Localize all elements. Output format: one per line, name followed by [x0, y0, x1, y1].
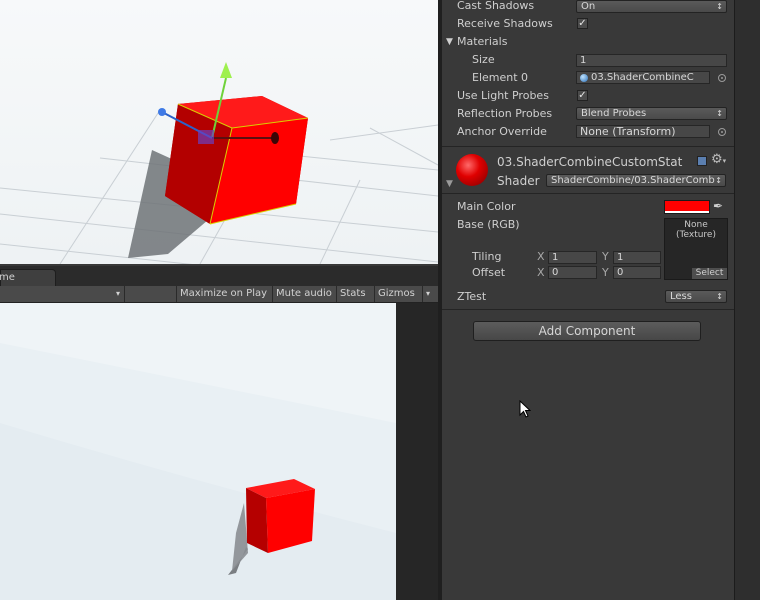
ztest-dropdown[interactable]: Less ↕	[665, 290, 727, 303]
material-ball-icon	[580, 74, 588, 82]
materials-label: Materials	[457, 35, 508, 48]
add-component-button[interactable]: Add Component	[473, 321, 701, 341]
right-panel-strip	[734, 0, 760, 600]
receive-shadows-label: Receive Shadows	[457, 17, 553, 30]
material-preview-ball	[456, 154, 488, 186]
cast-shadows-value: On	[581, 1, 596, 12]
anchor-override-label: Anchor Override	[457, 125, 547, 138]
shader-label: Shader	[497, 174, 540, 188]
use-light-probes-checkbox[interactable]: ✓	[577, 90, 588, 101]
gizmos-dropdown-icon[interactable]: ▾	[422, 286, 438, 302]
cast-shadows-dropdown[interactable]: On ↕	[576, 0, 727, 13]
stats-toggle[interactable]: Stats	[336, 286, 374, 302]
element-0-field[interactable]: 03.ShaderCombineC	[576, 71, 710, 84]
divider	[442, 193, 734, 194]
materials-size-field[interactable]: 1	[576, 54, 727, 67]
materials-foldout-icon[interactable]: ▼	[446, 35, 453, 49]
reflection-probes-dropdown[interactable]: Blend Probes ↕	[576, 107, 727, 120]
base-rgb-label: Base (RGB)	[457, 218, 520, 231]
tiling-x-field[interactable]: 1	[548, 251, 597, 264]
book-icon[interactable]	[697, 156, 707, 166]
scale-slider[interactable]	[124, 286, 176, 302]
divider	[442, 309, 734, 310]
use-light-probes-label: Use Light Probes	[457, 89, 549, 102]
eyedropper-icon[interactable]: ✒	[713, 199, 723, 213]
triangle-icon[interactable]: ▼	[446, 177, 453, 191]
mouse-cursor-icon	[519, 400, 531, 418]
receive-shadows-checkbox[interactable]: ✓	[577, 18, 588, 29]
mute-audio-toggle[interactable]: Mute audio	[272, 286, 336, 302]
game-gutter	[396, 303, 438, 600]
ztest-label: ZTest	[457, 290, 487, 303]
gear-icon[interactable]: ⚙▾	[711, 153, 726, 168]
cube[interactable]	[165, 96, 309, 225]
tiling-label: Tiling	[472, 250, 502, 263]
texture-type-text: (Texture)	[676, 230, 716, 240]
game-toolbar: ▾ Maximize on Play Mute audio Stats Gizm…	[0, 286, 438, 303]
chevron-updown-icon: ↕	[715, 176, 722, 185]
reflection-probes-label: Reflection Probes	[457, 107, 553, 120]
offset-x-field[interactable]: 0	[548, 266, 597, 279]
element-0-value: 03.ShaderCombineC	[591, 72, 694, 83]
gizmos-toggle[interactable]: Gizmos	[374, 286, 422, 302]
texture-select-button[interactable]: Select	[692, 268, 727, 279]
tiling-y-field[interactable]: 1	[613, 251, 661, 264]
object-picker-icon[interactable]	[718, 74, 726, 82]
scene-view[interactable]	[0, 0, 438, 264]
game-cube	[246, 479, 315, 553]
main-color-label: Main Color	[457, 200, 516, 213]
resolution-dropdown[interactable]: ▾	[0, 286, 124, 302]
tab-game[interactable]: me	[0, 269, 56, 286]
ztest-value: Less	[670, 291, 692, 302]
material-name: 03.ShaderCombineCustomStat	[497, 155, 683, 169]
texture-none-text: None	[684, 220, 708, 230]
reflection-probes-value: Blend Probes	[581, 108, 647, 119]
game-tab-bar	[0, 266, 438, 286]
shader-value: ShaderCombine/03.ShaderComb	[551, 175, 715, 186]
materials-size-label: Size	[472, 53, 495, 66]
object-picker-icon[interactable]	[718, 128, 726, 136]
offset-y-field[interactable]: 0	[613, 266, 661, 279]
chevron-updown-icon: ↕	[716, 109, 723, 118]
anchor-override-field[interactable]: None (Transform)	[576, 125, 710, 138]
chevron-updown-icon: ↕	[716, 292, 723, 301]
offset-label: Offset	[472, 266, 506, 279]
tiling-y-label: Y	[602, 250, 609, 263]
texture-none-label: None (Texture)	[664, 220, 728, 240]
divider	[442, 146, 734, 147]
game-view[interactable]	[0, 303, 396, 600]
element-0-label: Element 0	[472, 71, 529, 84]
tab-game-label: me	[0, 272, 15, 283]
chevron-updown-icon: ↕	[716, 2, 723, 11]
chevron-down-icon: ▾	[115, 289, 120, 298]
main-color-swatch[interactable]	[664, 200, 710, 214]
offset-x-label: X	[537, 266, 545, 279]
offset-y-label: Y	[602, 266, 609, 279]
maximize-on-play-toggle[interactable]: Maximize on Play	[176, 286, 272, 302]
shader-dropdown[interactable]: ShaderCombine/03.ShaderComb ↕	[546, 174, 726, 187]
cast-shadows-label: Cast Shadows	[457, 0, 535, 12]
tiling-x-label: X	[537, 250, 545, 263]
